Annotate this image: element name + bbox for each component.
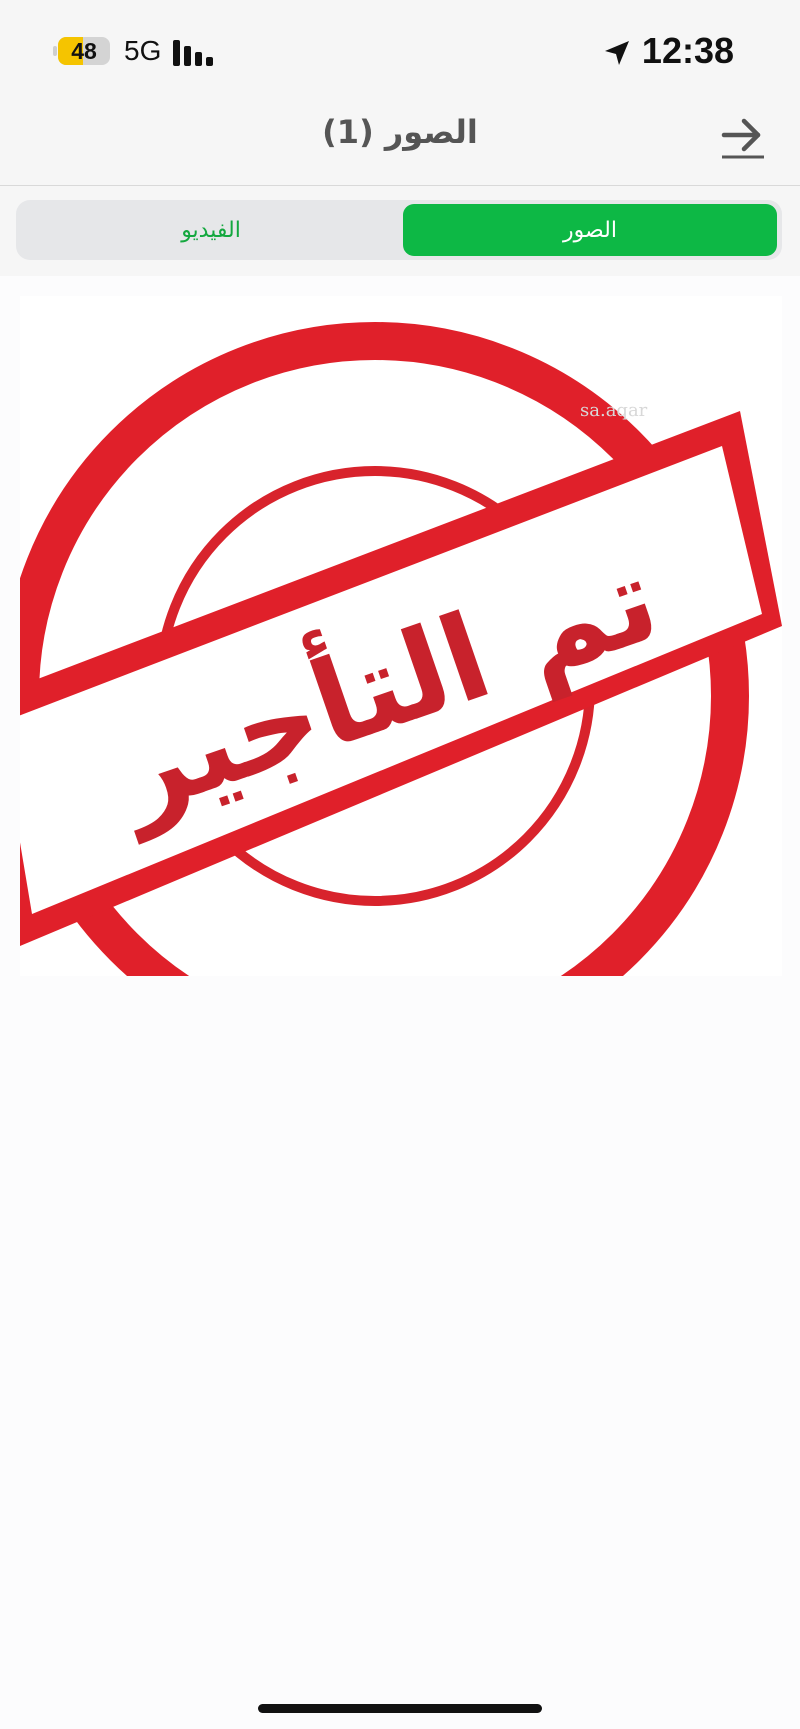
clock: 12:38 <box>641 30 734 71</box>
page-title: الصور (1) <box>322 113 478 151</box>
network-type: 5G <box>124 35 162 66</box>
battery-cap <box>53 46 57 56</box>
arrow-right-icon[interactable] <box>718 113 768 165</box>
battery-level: 48 <box>71 37 97 64</box>
watermark-text: sa.aqar <box>580 400 648 421</box>
status-bar: 48 5G 12:38 <box>0 0 800 95</box>
battery-icon: 48 <box>58 37 110 65</box>
home-indicator <box>258 1704 542 1713</box>
signal-bars-icon <box>173 40 217 66</box>
listing-photo[interactable]: sa.aqar تم التأجير <box>20 296 782 976</box>
rented-stamp-image: sa.aqar تم التأجير <box>20 322 782 976</box>
nav-bar: الصور (1) <box>0 95 800 186</box>
tabs-area: الصور الفيديو <box>0 186 800 276</box>
location-arrow-icon <box>605 41 629 65</box>
tab-videos[interactable]: الفيديو <box>21 204 401 256</box>
tab-photos[interactable]: الصور <box>403 204 777 256</box>
segmented-control: الصور الفيديو <box>16 200 782 260</box>
